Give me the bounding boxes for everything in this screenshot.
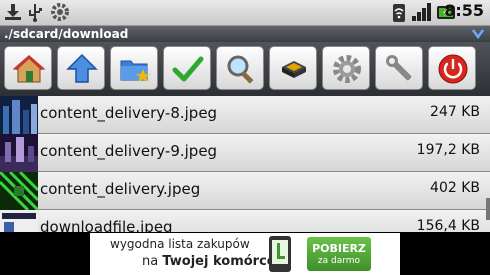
file-size: 156,4 KB (416, 218, 480, 232)
new-folder-icon (120, 60, 150, 82)
up-button[interactable] (57, 46, 105, 90)
checkmark-icon (172, 56, 204, 82)
chevron-down-icon[interactable] (471, 27, 485, 41)
exit-button[interactable] (428, 46, 476, 90)
tools-button[interactable] (375, 46, 423, 90)
signal-icon (412, 3, 431, 21)
toolbar (0, 42, 490, 96)
file-size: 247 KB (430, 104, 480, 120)
path-bar: ./sdcard/download (0, 26, 490, 42)
search-button[interactable] (216, 46, 264, 90)
file-thumbnail (0, 210, 38, 232)
file-list: content_delivery-8.jpeg 247 KB content_d… (0, 96, 490, 232)
download-icon (5, 4, 21, 20)
wifi-icon (393, 4, 405, 22)
ad-banner[interactable]: wygodna lista zakupów na Twojej komórce … (90, 233, 400, 275)
clock: 8:55 (444, 1, 484, 20)
memory-button[interactable] (269, 46, 317, 90)
power-icon (438, 54, 468, 84)
select-button[interactable] (163, 46, 211, 90)
status-bar: 8:55 (0, 0, 490, 26)
file-row[interactable]: content_delivery.jpeg 402 KB (0, 172, 490, 210)
gear-icon (333, 55, 361, 83)
file-row[interactable]: downloadfile.jpeg 156,4 KB (0, 210, 490, 232)
file-thumbnail (0, 134, 38, 172)
file-row[interactable]: content_delivery-8.jpeg 247 KB (0, 96, 490, 134)
ad-subline: na Twojej komórce (142, 254, 276, 269)
file-row[interactable]: content_delivery-9.jpeg 197,2 KB (0, 134, 490, 172)
search-icon (227, 55, 254, 84)
file-size: 197,2 KB (416, 142, 480, 158)
current-path: ./sdcard/download (4, 27, 129, 41)
file-name: content_delivery-9.jpeg (40, 142, 218, 160)
home-button[interactable] (4, 46, 52, 90)
file-thumbnail (0, 96, 38, 134)
file-thumbnail (0, 172, 38, 210)
settings-icon (51, 3, 69, 21)
scrollbar[interactable] (486, 198, 490, 220)
file-size: 402 KB (430, 180, 480, 196)
ad-tagline: wygodna lista zakupów (110, 237, 250, 251)
up-arrow-icon (66, 53, 98, 83)
home-icon (13, 55, 45, 83)
usb-icon (29, 4, 42, 22)
file-name: content_delivery-8.jpeg (40, 104, 218, 122)
wrench-icon (386, 55, 412, 81)
file-name: downloadfile.jpeg (40, 218, 173, 232)
chip-icon (282, 61, 306, 78)
download-button[interactable]: POBIERZ za darmo (307, 237, 371, 271)
file-name: content_delivery.jpeg (40, 180, 201, 198)
new-folder-button[interactable] (110, 46, 158, 90)
settings-button[interactable] (322, 46, 370, 90)
ad-bar: wygodna lista zakupów na Twojej komórce … (0, 232, 490, 275)
phone-icon (269, 236, 291, 272)
